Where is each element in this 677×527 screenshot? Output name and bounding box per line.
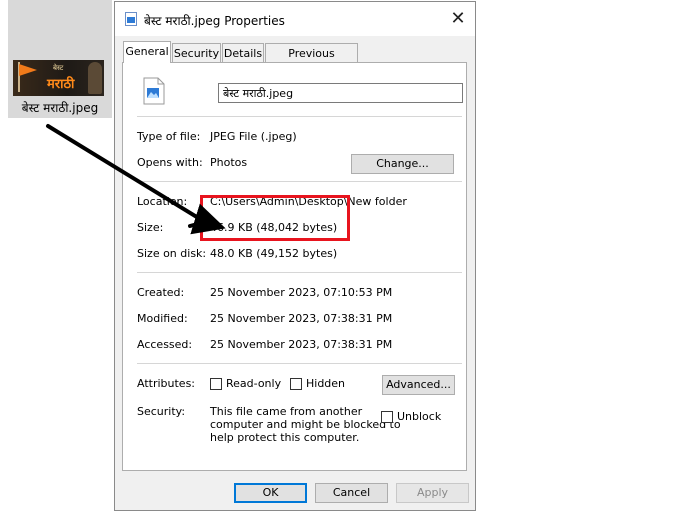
annotation-arrow	[46, 124, 226, 235]
tab-general[interactable]: General	[123, 41, 171, 63]
